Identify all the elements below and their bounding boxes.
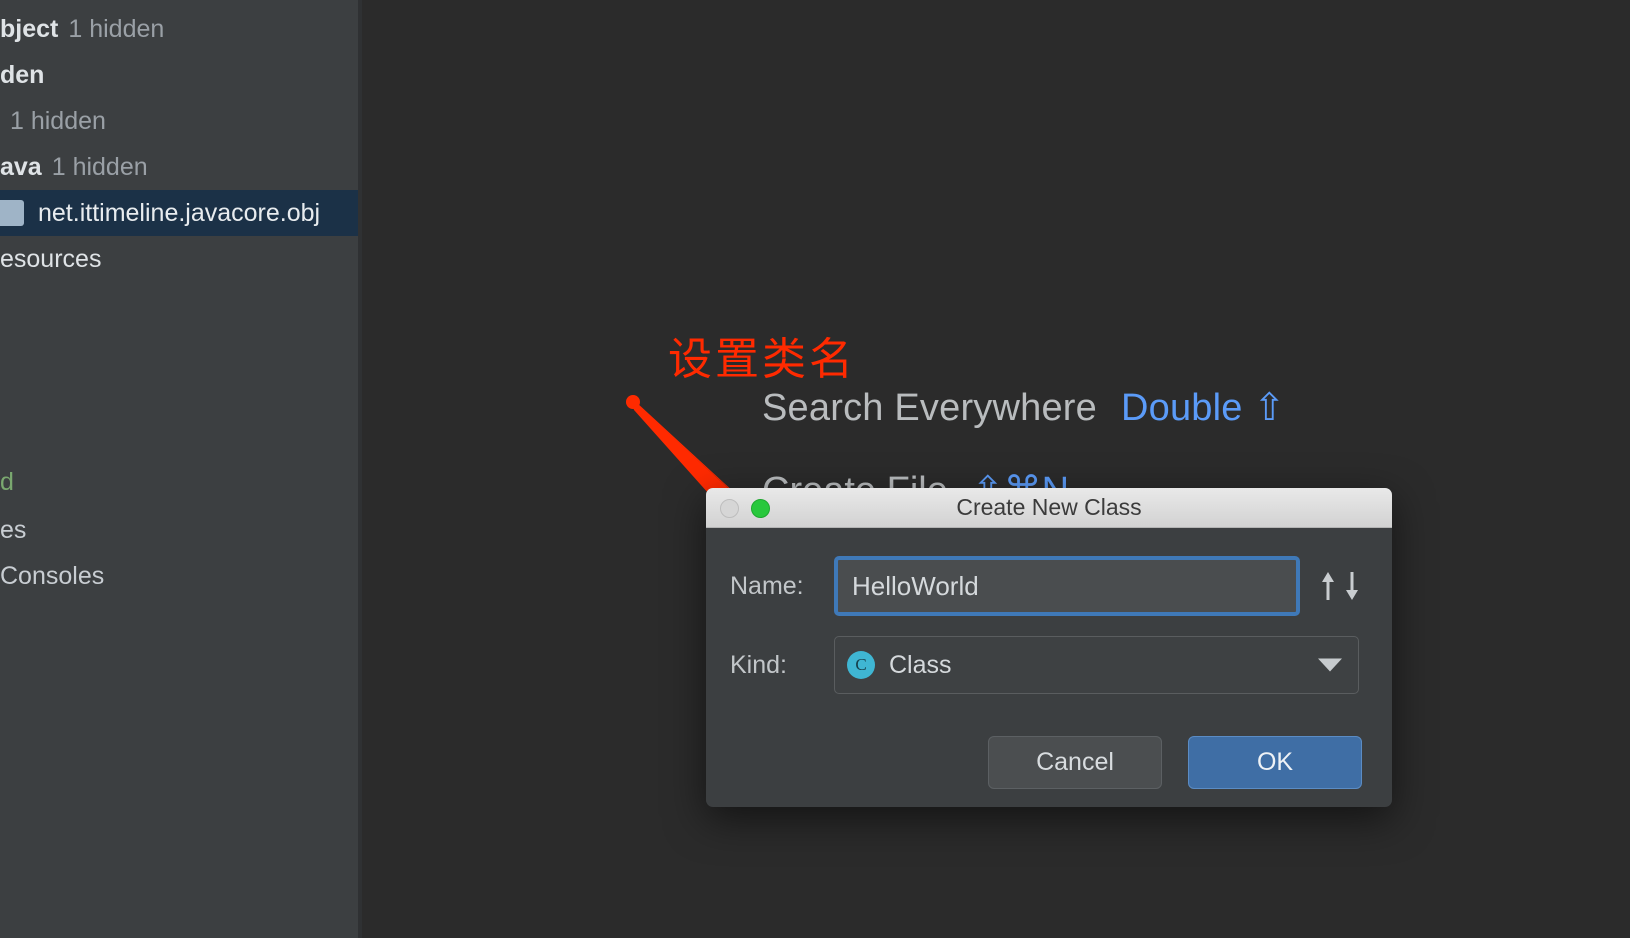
- search-everywhere-shortcut: Double ⇧: [1121, 387, 1286, 429]
- tree-item-hint: 1 hidden: [51, 152, 148, 181]
- tree-row[interactable]: den: [0, 52, 54, 98]
- cancel-button[interactable]: Cancel: [988, 736, 1162, 789]
- search-everywhere-label: Search Everywhere: [762, 387, 1097, 429]
- arrow-down-icon[interactable]: [1342, 566, 1362, 606]
- tree-fragment[interactable]: es: [0, 516, 26, 545]
- tree-row[interactable]: esources: [0, 236, 101, 282]
- search-everywhere-hint: Search Everywhere Double ⇧: [762, 385, 1285, 430]
- arrow-up-icon[interactable]: [1318, 566, 1338, 606]
- zoom-icon[interactable]: [751, 499, 770, 518]
- package-icon: [0, 200, 24, 226]
- class-badge-icon: C: [847, 651, 875, 679]
- tree-item-label: bject: [0, 14, 59, 43]
- project-sidebar: bject 1 hidden den 1 hidden ava 1 hidden…: [0, 0, 358, 938]
- tree-row[interactable]: bject 1 hidden: [0, 6, 164, 52]
- tree-row[interactable]: ava 1 hidden: [0, 144, 148, 190]
- tree-item-label: ava: [0, 152, 42, 181]
- history-arrows[interactable]: [1318, 566, 1362, 606]
- tree-item-hint: 1 hidden: [68, 14, 165, 43]
- annotation-text: 设置类名: [668, 334, 856, 385]
- name-row: Name: HelloWorld: [730, 556, 1362, 616]
- name-label: Name:: [730, 571, 804, 600]
- dialog-title: Create New Class: [956, 494, 1142, 520]
- tree-fragment[interactable]: Consoles: [0, 562, 104, 591]
- tree-item-hint: 1 hidden: [10, 106, 106, 135]
- class-name-input[interactable]: HelloWorld: [834, 556, 1300, 616]
- create-new-class-dialog: Create New Class Name: HelloWorld Kind: …: [706, 488, 1392, 807]
- sidebar-item-selected-package[interactable]: net.ittimeline.javacore.obj: [0, 190, 358, 236]
- tree-item-label: esources: [0, 244, 102, 273]
- kind-dropdown[interactable]: C Class: [834, 636, 1359, 694]
- tree-row[interactable]: 1 hidden: [0, 98, 106, 144]
- dialog-button-bar: Cancel OK: [988, 736, 1362, 789]
- kind-value: Class: [889, 650, 952, 679]
- close-icon[interactable]: [720, 499, 739, 518]
- tree-fragment[interactable]: d: [0, 468, 14, 497]
- tree-item-label: den: [0, 60, 45, 89]
- screen: bject 1 hidden den 1 hidden ava 1 hidden…: [0, 0, 1630, 938]
- ok-button[interactable]: OK: [1188, 736, 1362, 789]
- kind-label: Kind:: [730, 650, 787, 679]
- tree-item-label: net.ittimeline.javacore.obj: [38, 198, 321, 227]
- traffic-lights: [720, 499, 770, 518]
- dialog-body: Name: HelloWorld Kind: C Class Cancel OK: [706, 528, 1392, 807]
- chevron-down-icon[interactable]: [1318, 658, 1342, 672]
- dialog-titlebar[interactable]: Create New Class: [706, 488, 1392, 528]
- kind-row: Kind: C Class: [730, 636, 1362, 694]
- class-name-value: HelloWorld: [852, 570, 979, 601]
